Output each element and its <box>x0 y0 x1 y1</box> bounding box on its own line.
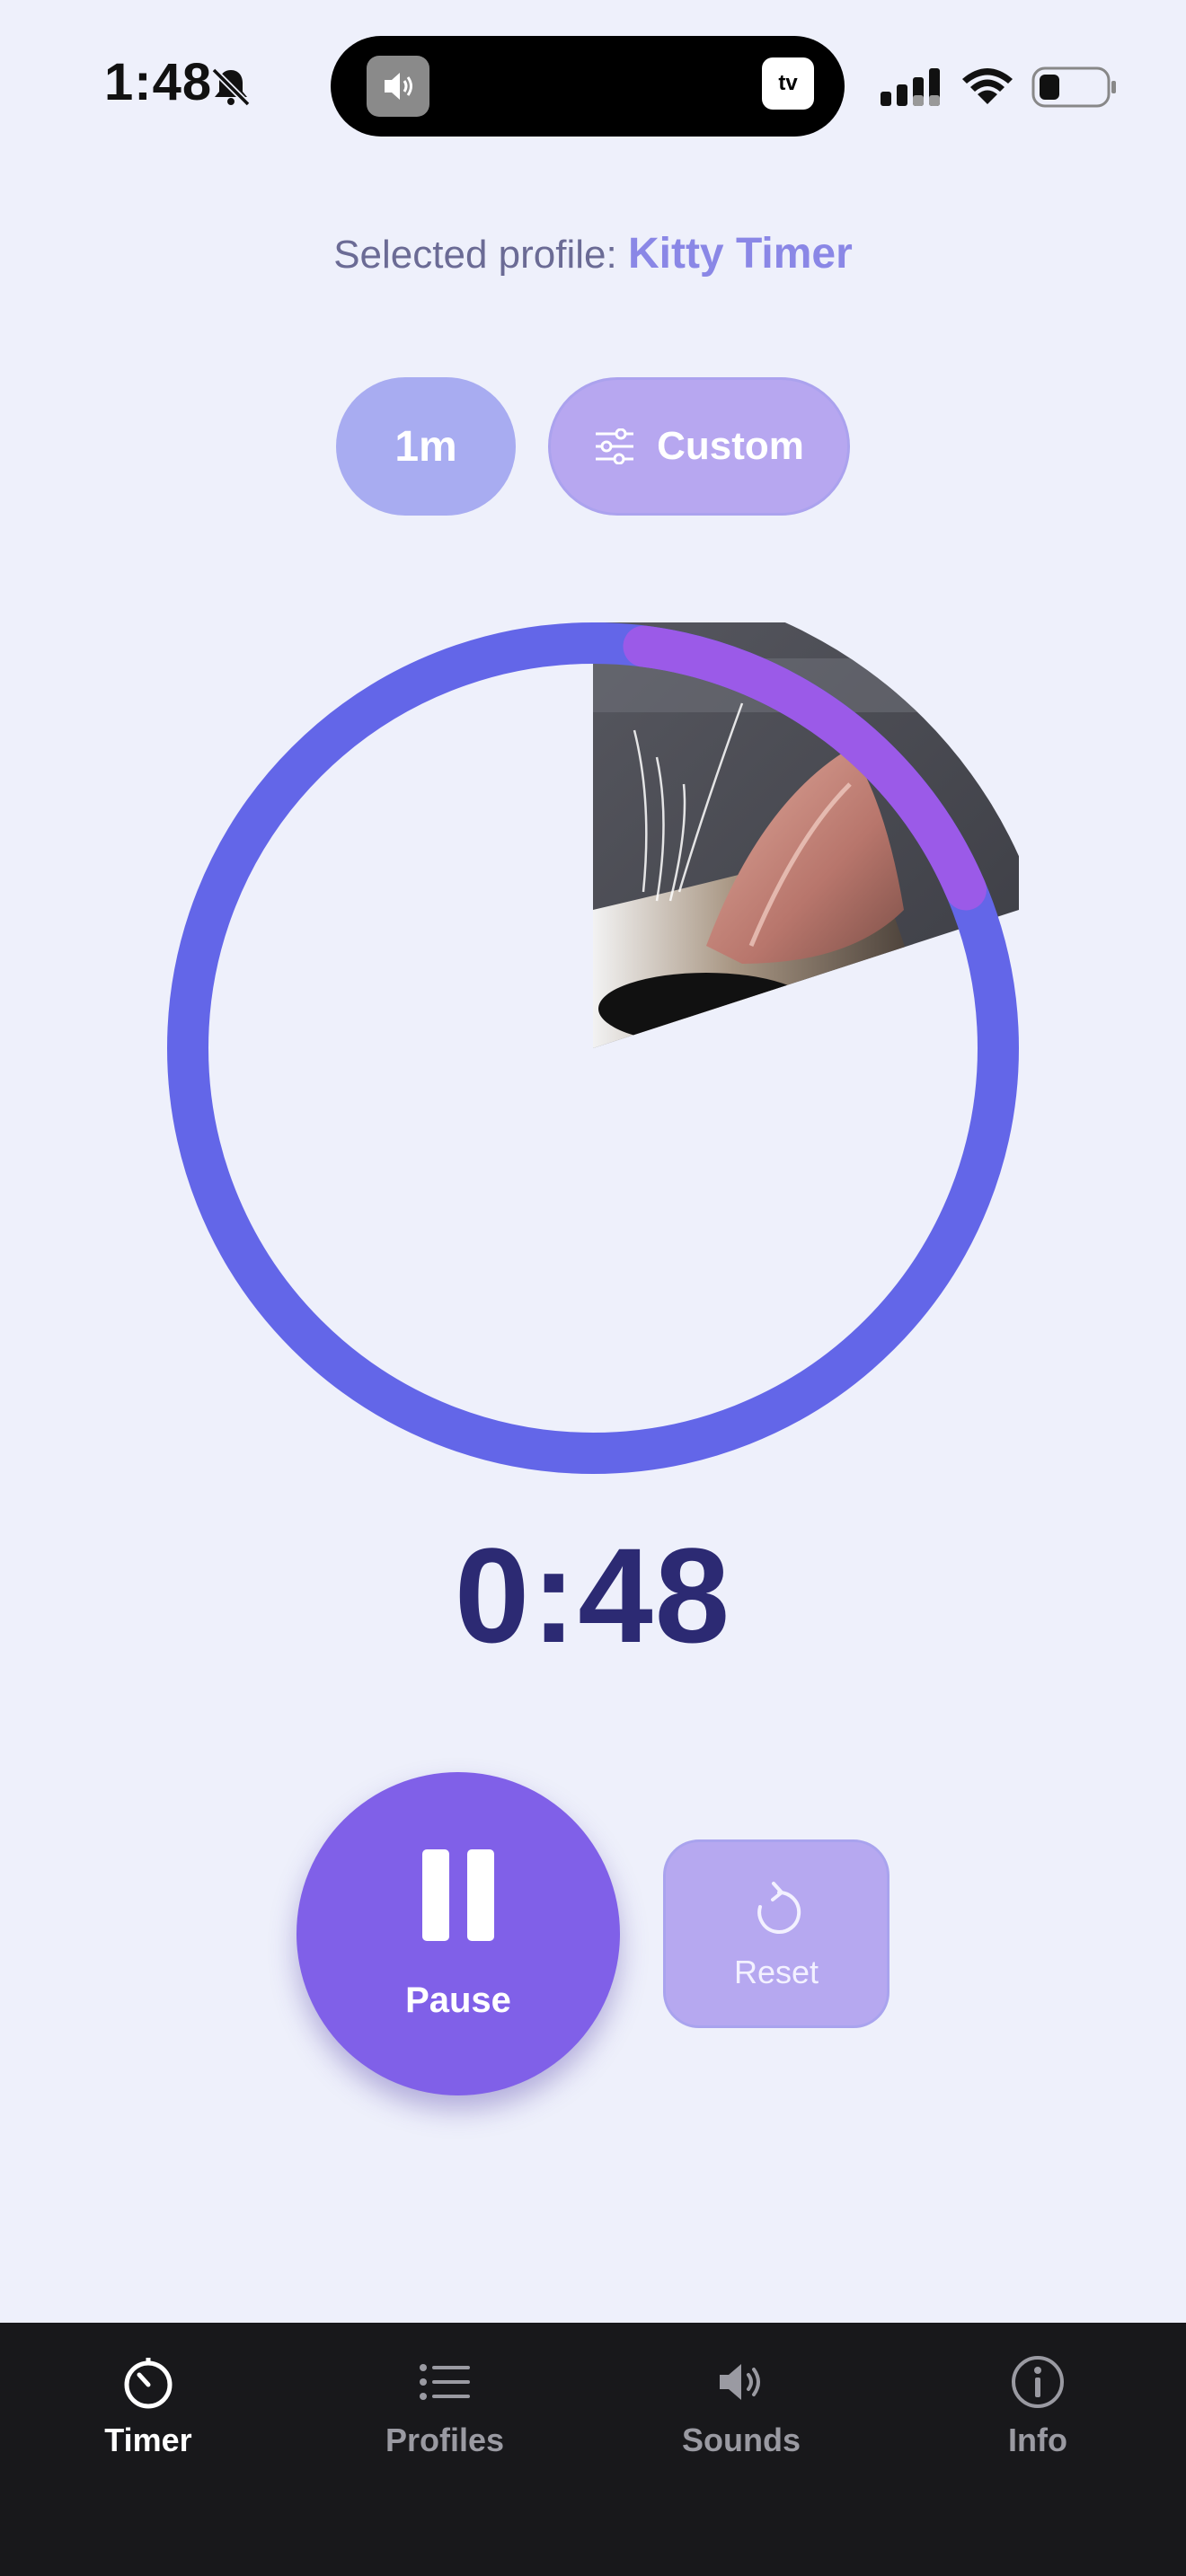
reset-icon <box>757 1882 801 1934</box>
wifi-icon <box>962 68 1013 104</box>
bell-slash-icon <box>211 67 251 107</box>
timer-dial <box>167 622 1019 1474</box>
stopwatch-icon <box>124 2358 173 2409</box>
tab-info-label: Info <box>1008 2422 1067 2458</box>
tab-profiles[interactable]: Profiles <box>296 2323 593 2502</box>
preset-label: 1m <box>394 422 457 471</box>
reset-label: Reset <box>733 1954 819 1990</box>
profile-prefix: Selected profile: <box>333 233 617 277</box>
speaker-icon <box>720 2364 760 2400</box>
tab-sounds-label: Sounds <box>682 2422 801 2458</box>
countdown-display: 0:48 <box>454 1520 732 1671</box>
battery-icon <box>1031 66 1116 108</box>
profile-name: Kitty Timer <box>627 230 853 278</box>
pause-label: Pause <box>405 1981 511 2020</box>
tab-timer-label: Timer <box>104 2422 192 2458</box>
tab-info[interactable]: Info <box>890 2323 1186 2502</box>
pause-button[interactable]: Pause <box>296 1772 620 2095</box>
reset-button[interactable]: Reset <box>663 1839 890 2028</box>
dynamic-island: tv <box>331 36 845 137</box>
info-icon <box>1012 2356 1064 2408</box>
speaker-icon <box>367 56 429 117</box>
tab-sounds[interactable]: Sounds <box>593 2323 890 2502</box>
tab-bar: Timer Profiles Sounds Info <box>0 2323 1186 2576</box>
apple-tv-label: tv <box>778 71 798 95</box>
tab-timer[interactable]: Timer <box>0 2323 296 2502</box>
selected-profile: Selected profile: Kitty Timer <box>0 229 1186 278</box>
pause-icon <box>422 1849 494 1941</box>
custom-button[interactable]: Custom <box>548 377 850 516</box>
cellular-signal-icon <box>881 68 940 106</box>
sliders-icon <box>596 428 634 464</box>
preset-1m-button[interactable]: 1m <box>336 377 516 516</box>
status-time: 1:48 <box>104 53 213 111</box>
apple-tv-icon: tv <box>762 57 814 110</box>
tab-profiles-label: Profiles <box>385 2422 505 2458</box>
list-icon <box>420 2364 470 2400</box>
custom-label: Custom <box>657 424 804 468</box>
